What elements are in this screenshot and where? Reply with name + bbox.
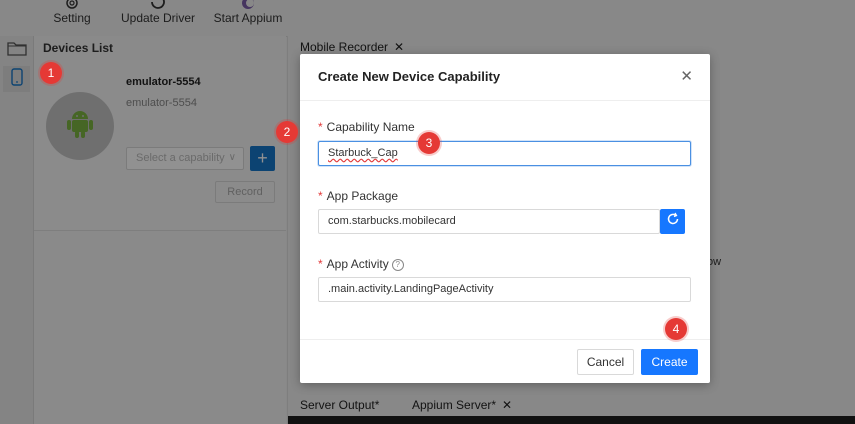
capability-name-label: * Capability Name (318, 120, 415, 134)
app-activity-input[interactable]: .main.activity.LandingPageActivity (318, 277, 691, 302)
help-icon[interactable]: ? (391, 259, 404, 271)
required-mark: * (318, 120, 323, 134)
app-package-input[interactable]: com.starbucks.mobilecard (318, 209, 660, 234)
app-package-value: com.starbucks.mobilecard (328, 215, 456, 227)
refresh-icon (666, 212, 680, 231)
create-capability-dialog: Create New Device Capability ✕ * Capabili… (300, 54, 710, 383)
refresh-package-button[interactable] (660, 209, 685, 234)
step-badge: 2 (276, 121, 298, 143)
app-activity-value: .main.activity.LandingPageActivity (328, 283, 494, 295)
step-badge: 3 (418, 132, 440, 154)
step-badge: 1 (40, 62, 62, 84)
app-activity-label: * App Activity? (318, 257, 404, 271)
divider (300, 100, 710, 101)
capability-name-input[interactable]: Starbuck_Cap (318, 141, 691, 166)
step-badge: 4 (665, 318, 687, 340)
create-button[interactable]: Create (641, 349, 698, 375)
required-mark: * (318, 189, 323, 203)
required-mark: * (318, 257, 323, 271)
app-package-label: * App Package (318, 189, 399, 203)
dialog-title: Create New Device Capability (318, 69, 501, 84)
cancel-button[interactable]: Cancel (577, 349, 634, 375)
close-icon[interactable]: ✕ (680, 67, 693, 85)
capability-name-value: Starbuck_Cap (328, 147, 398, 159)
divider (300, 339, 710, 340)
